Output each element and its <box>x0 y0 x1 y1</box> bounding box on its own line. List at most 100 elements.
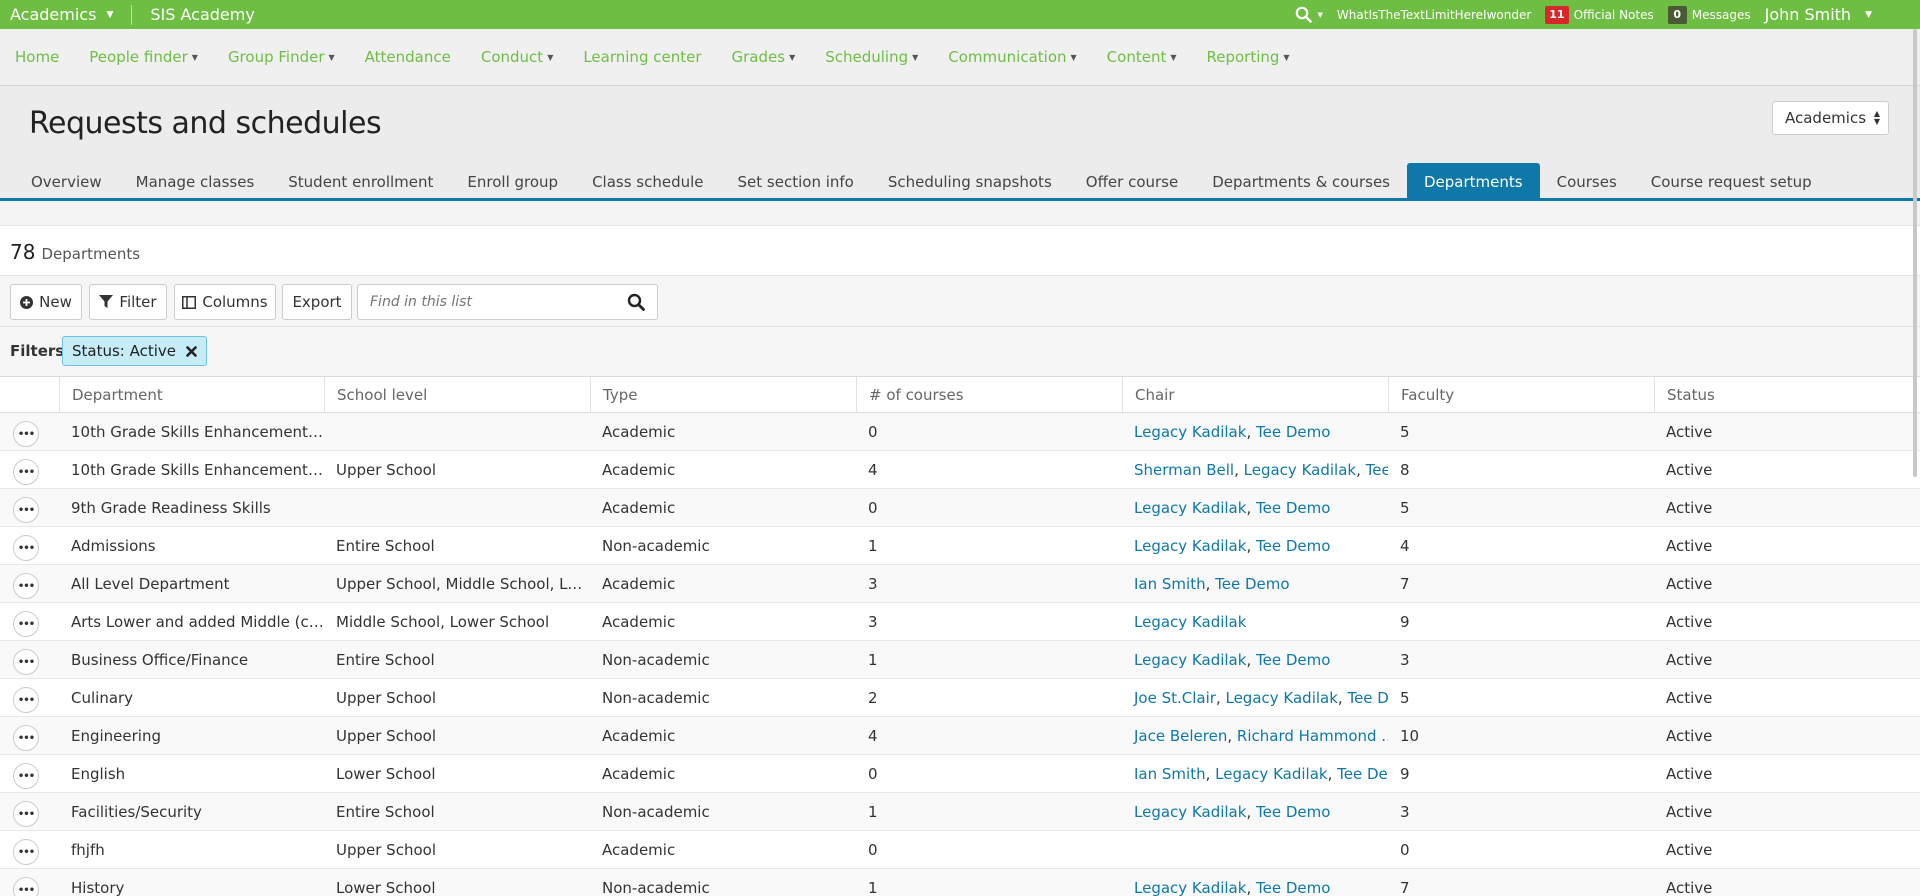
nav-item-group-finder[interactable]: Group Finder ▼ <box>228 48 335 66</box>
scrollbar-thumb[interactable] <box>1913 29 1917 477</box>
row-actions-button[interactable]: ••• <box>13 573 39 599</box>
chair-link[interactable]: Legacy Kadilak <box>1215 765 1327 783</box>
tab-overview[interactable]: Overview <box>14 163 119 200</box>
chair-link[interactable]: Legacy Kadilak <box>1134 879 1246 896</box>
tab-manage-classes[interactable]: Manage classes <box>119 163 272 200</box>
table-row[interactable]: ••• fhjfh Upper School Academic 0 0 Active <box>0 831 1920 869</box>
table-row[interactable]: ••• All Level Department Upper School, Mid… <box>0 565 1920 603</box>
row-actions-button[interactable]: ••• <box>13 801 39 827</box>
tab-class-schedule[interactable]: Class schedule <box>575 163 720 200</box>
chair-link[interactable]: Tee De... <box>1337 765 1388 783</box>
context-switcher[interactable]: Academics ▼ <box>0 0 113 29</box>
nav-item-attendance[interactable]: Attendance <box>365 48 451 66</box>
chair-link[interactable]: Joe St.Clair <box>1134 689 1216 707</box>
chair-link[interactable]: Richard Hammond ... <box>1237 727 1388 745</box>
table-row[interactable]: ••• English Lower School Academic 0 Ian Smith… <box>0 755 1920 793</box>
row-actions-button[interactable]: ••• <box>13 725 39 751</box>
table-row[interactable]: ••• Business Office/Finance Entire School N… <box>0 641 1920 679</box>
global-search-button[interactable]: ▼ <box>1295 6 1323 23</box>
table-row[interactable]: ••• Culinary Upper School Non-academic 2 Joe … <box>0 679 1920 717</box>
chair-link[interactable]: Tee Demo <box>1256 423 1330 441</box>
messages-link[interactable]: 0 Messages <box>1667 5 1751 24</box>
export-button[interactable]: Export <box>282 284 352 320</box>
tab-courses[interactable]: Courses <box>1540 163 1634 200</box>
chair-link[interactable]: Jace Beleren <box>1134 727 1227 745</box>
tab-set-section-info[interactable]: Set section info <box>721 163 871 200</box>
row-actions-button[interactable]: ••• <box>13 839 39 865</box>
tab-student-enrollment[interactable]: Student enrollment <box>271 163 450 200</box>
row-actions-button[interactable]: ••• <box>13 535 39 561</box>
chair-link[interactable]: Tee Demo <box>1256 651 1330 669</box>
table-row[interactable]: ••• History Lower School Non-academic 1 Legac… <box>0 869 1920 896</box>
chair-link[interactable]: Tee... <box>1366 461 1388 479</box>
tab-offer-course[interactable]: Offer course <box>1069 163 1195 200</box>
row-actions-button[interactable]: ••• <box>13 763 39 789</box>
close-icon[interactable] <box>186 345 197 357</box>
cell-courses: 0 <box>856 489 1122 527</box>
chair-link[interactable]: Tee Demo <box>1256 879 1330 896</box>
context-select[interactable]: Academics ▲ ▼ <box>1772 101 1889 135</box>
nav-item-communication[interactable]: Communication ▼ <box>948 48 1076 66</box>
nav-item-grades[interactable]: Grades ▼ <box>732 48 796 66</box>
chair-link[interactable]: Ian Smith <box>1134 765 1206 783</box>
chair-link[interactable]: Tee D... <box>1347 689 1388 707</box>
row-actions-button[interactable]: ••• <box>13 877 39 896</box>
nav-item-home[interactable]: Home <box>15 48 59 66</box>
column-header-type[interactable]: Type <box>590 377 856 413</box>
list-search-input[interactable] <box>358 294 608 310</box>
filter-button[interactable]: Filter <box>89 284 167 320</box>
column-header-chair[interactable]: Chair <box>1122 377 1388 413</box>
chair-link[interactable]: Ian Smith <box>1134 575 1206 593</box>
columns-button[interactable]: Columns <box>174 284 276 320</box>
chair-link[interactable]: Tee Demo <box>1215 575 1289 593</box>
table-row[interactable]: ••• Engineering Upper School Academic 4 Jace … <box>0 717 1920 755</box>
tab-departments[interactable]: Departments <box>1407 163 1540 200</box>
nav-item-content[interactable]: Content ▼ <box>1107 48 1177 66</box>
tab-scheduling-snapshots[interactable]: Scheduling snapshots <box>871 163 1069 200</box>
column-header-faculty[interactable]: Faculty <box>1388 377 1654 413</box>
tab-enroll-group[interactable]: Enroll group <box>450 163 575 200</box>
chair-link[interactable]: Legacy Kadilak <box>1225 689 1337 707</box>
long-username-link[interactable]: WhatIsTheTextLimitHereIwonder <box>1337 8 1531 22</box>
search-submit-button[interactable] <box>627 293 645 315</box>
chair-link[interactable]: Tee Demo <box>1256 499 1330 517</box>
cell-text: History <box>71 879 125 896</box>
row-actions-button[interactable]: ••• <box>13 497 39 523</box>
table-row[interactable]: ••• Facilities/Security Entire School Non-a… <box>0 793 1920 831</box>
row-actions-button[interactable]: ••• <box>13 421 39 447</box>
nav-item-people-finder[interactable]: People finder ▼ <box>89 48 198 66</box>
tab-departments-courses[interactable]: Departments & courses <box>1195 163 1407 200</box>
chair-link[interactable]: Tee Demo <box>1256 803 1330 821</box>
chair-link[interactable]: Legacy Kadilak <box>1134 423 1246 441</box>
new-button[interactable]: New <box>10 284 82 320</box>
filter-chip-status[interactable]: Status: Active <box>62 336 208 366</box>
chair-link[interactable]: Legacy Kadilak <box>1134 499 1246 517</box>
table-row[interactable]: ••• 10th Grade Skills Enhancement, E... Ac… <box>0 413 1920 451</box>
chair-link[interactable]: Tee Demo <box>1256 537 1330 555</box>
official-notes-link[interactable]: 11 Official Notes <box>1545 5 1654 24</box>
user-menu[interactable]: John Smith ▼ <box>1765 5 1872 24</box>
nav-item-reporting[interactable]: Reporting ▼ <box>1206 48 1289 66</box>
chair-link[interactable]: Legacy Kadilak <box>1134 537 1246 555</box>
nav-item-conduct[interactable]: Conduct ▼ <box>481 48 553 66</box>
column-header-status[interactable]: Status <box>1654 377 1920 413</box>
column-header-school-level[interactable]: School level <box>324 377 590 413</box>
column-header-department[interactable]: Department <box>59 377 324 413</box>
chair-link[interactable]: Legacy Kadilak <box>1134 651 1246 669</box>
chair-link[interactable]: Legacy Kadilak <box>1134 803 1246 821</box>
tab-course-request-setup[interactable]: Course request setup <box>1634 163 1829 200</box>
chair-link[interactable]: Legacy Kadilak <box>1244 461 1356 479</box>
chair-link[interactable]: Sherman Bell <box>1134 461 1234 479</box>
chair-link[interactable]: Legacy Kadilak <box>1134 613 1246 631</box>
row-actions-button[interactable]: ••• <box>13 649 39 675</box>
nav-item-scheduling[interactable]: Scheduling ▼ <box>825 48 918 66</box>
table-row[interactable]: ••• 10th Grade Skills Enhancement, ... Upp… <box>0 451 1920 489</box>
row-actions-button[interactable]: ••• <box>13 687 39 713</box>
column-header-of-courses[interactable]: # of courses <box>856 377 1122 413</box>
nav-item-learning-center[interactable]: Learning center <box>583 48 701 66</box>
row-actions-button[interactable]: ••• <box>13 611 39 637</box>
row-actions-button[interactable]: ••• <box>13 459 39 485</box>
table-row[interactable]: ••• Arts Lower and added Middle (ch... Mid… <box>0 603 1920 641</box>
table-row[interactable]: ••• Admissions Entire School Non-academic 1 L… <box>0 527 1920 565</box>
table-row[interactable]: ••• 9th Grade Readiness Skills Academic 0 Le… <box>0 489 1920 527</box>
